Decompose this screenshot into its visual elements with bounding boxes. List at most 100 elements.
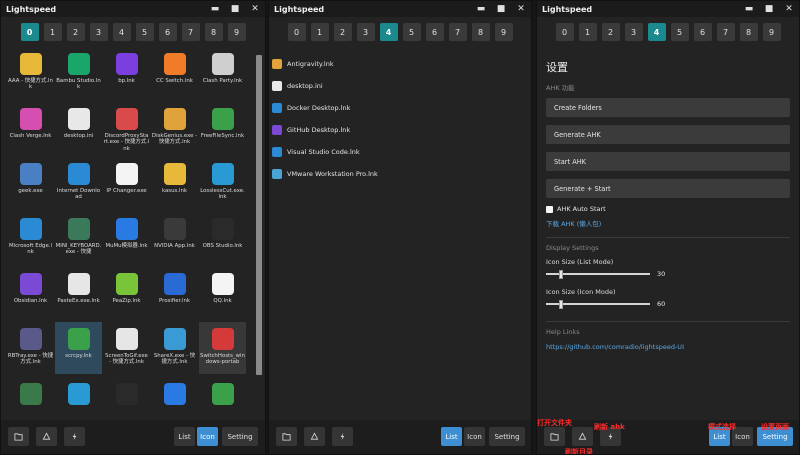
tab-2[interactable]: 2 bbox=[601, 23, 620, 41]
grid-item[interactable] bbox=[7, 377, 54, 420]
tab-4[interactable]: 4 bbox=[647, 23, 666, 41]
grid-item[interactable]: PasteEx.exe.lnk bbox=[55, 267, 102, 319]
open-folder-button[interactable] bbox=[276, 427, 297, 446]
create-folders-button[interactable]: Create Folders bbox=[546, 98, 790, 117]
slider-thumb[interactable] bbox=[558, 270, 563, 279]
tab-4[interactable]: 4 bbox=[379, 23, 398, 41]
maximize-button[interactable]: ■ bbox=[225, 1, 245, 17]
list-item[interactable]: desktop.ini bbox=[272, 75, 528, 97]
tab-0[interactable]: 0 bbox=[287, 23, 306, 41]
list-item[interactable]: GitHub Desktop.lnk bbox=[272, 119, 528, 141]
grid-item[interactable]: Clash Verge.lnk bbox=[7, 102, 54, 154]
tab-7[interactable]: 7 bbox=[716, 23, 735, 41]
grid-item[interactable]: IP Changer.exe bbox=[103, 157, 150, 209]
grid-item[interactable]: NVIDIA App.lnk bbox=[151, 212, 198, 264]
grid-item[interactable]: QQ.lnk bbox=[199, 267, 246, 319]
start-ahk-button[interactable]: Start AHK bbox=[546, 152, 790, 171]
tab-7[interactable]: 7 bbox=[181, 23, 200, 41]
tab-5[interactable]: 5 bbox=[402, 23, 421, 41]
tab-8[interactable]: 8 bbox=[204, 23, 223, 41]
refresh-dir-button[interactable] bbox=[572, 427, 593, 446]
list-item[interactable]: VMware Workstation Pro.lnk bbox=[272, 163, 528, 185]
scrollbar[interactable] bbox=[255, 47, 263, 420]
tab-7[interactable]: 7 bbox=[448, 23, 467, 41]
refresh-dir-button[interactable] bbox=[36, 427, 57, 446]
grid-item[interactable]: Clash Party.lnk bbox=[199, 47, 246, 99]
grid-item[interactable] bbox=[103, 377, 150, 420]
tab-8[interactable]: 8 bbox=[739, 23, 758, 41]
generate-ahk-button[interactable]: Generate AHK bbox=[546, 125, 790, 144]
maximize-button[interactable]: ■ bbox=[491, 1, 511, 17]
title-bar[interactable]: Lightspeed ▬ ■ ✕ bbox=[537, 1, 799, 17]
minimize-button[interactable]: ▬ bbox=[739, 1, 759, 17]
grid-item[interactable] bbox=[199, 377, 246, 420]
close-button[interactable]: ✕ bbox=[245, 1, 265, 17]
slider-thumb[interactable] bbox=[558, 300, 563, 309]
tab-1[interactable]: 1 bbox=[310, 23, 329, 41]
list-item[interactable]: Antigravity.lnk bbox=[272, 53, 528, 75]
close-button[interactable]: ✕ bbox=[779, 1, 799, 17]
grid-item[interactable]: ScreenToGif.exe - 快捷方式.lnk bbox=[103, 322, 150, 374]
icon-size-slider[interactable]: 60 bbox=[546, 296, 790, 312]
refresh-ahk-button[interactable] bbox=[332, 427, 353, 446]
grid-item[interactable]: geek.exe bbox=[7, 157, 54, 209]
tab-2[interactable]: 2 bbox=[66, 23, 85, 41]
tab-8[interactable]: 8 bbox=[471, 23, 490, 41]
grid-item[interactable]: ShareX.exe - 快捷方式.lnk bbox=[151, 322, 198, 374]
grid-item[interactable]: FreeFileSync.lnk bbox=[199, 102, 246, 154]
list-mode-button[interactable]: List bbox=[174, 427, 195, 446]
grid-item[interactable]: desktop.ini bbox=[55, 102, 102, 154]
scrollbar-thumb[interactable] bbox=[256, 55, 262, 375]
list-size-slider[interactable]: 30 bbox=[546, 266, 790, 282]
help-link[interactable]: https://github.com/comradio/lightspeed-U… bbox=[546, 343, 790, 351]
grid-item[interactable]: PeaZip.lnk bbox=[103, 267, 150, 319]
tab-1[interactable]: 1 bbox=[43, 23, 62, 41]
setting-button[interactable]: Setting bbox=[489, 427, 525, 446]
grid-item[interactable]: bp.lnk bbox=[103, 47, 150, 99]
grid-item[interactable]: RBTray.exe - 快捷方式.lnk bbox=[7, 322, 54, 374]
grid-item[interactable]: DiskGenius.exe - 快捷方式.lnk bbox=[151, 102, 198, 154]
tab-5[interactable]: 5 bbox=[670, 23, 689, 41]
title-bar[interactable]: Lightspeed ▬ ■ ✕ bbox=[269, 1, 531, 17]
grid-item[interactable]: Internet Download bbox=[55, 157, 102, 209]
tab-3[interactable]: 3 bbox=[89, 23, 108, 41]
tab-4[interactable]: 4 bbox=[112, 23, 131, 41]
open-folder-button[interactable] bbox=[8, 427, 29, 446]
grid-item[interactable]: MINI_KEYBOARD.exe - 快捷 bbox=[55, 212, 102, 264]
slider-track[interactable] bbox=[546, 300, 650, 309]
title-bar[interactable]: Lightspeed ▬ ■ ✕ bbox=[1, 1, 265, 17]
grid-item[interactable]: Obsidian.lnk bbox=[7, 267, 54, 319]
grid-item[interactable]: SwitchHosts_windows-portab bbox=[199, 322, 246, 374]
grid-item[interactable]: OBS Studio.lnk bbox=[199, 212, 246, 264]
grid-item[interactable]: DiscordProxyStart.exe - 快捷方式.lnk bbox=[103, 102, 150, 154]
tab-9[interactable]: 9 bbox=[762, 23, 781, 41]
tab-9[interactable]: 9 bbox=[494, 23, 513, 41]
tab-6[interactable]: 6 bbox=[158, 23, 177, 41]
icon-mode-button[interactable]: Icon bbox=[197, 427, 218, 446]
tab-2[interactable]: 2 bbox=[333, 23, 352, 41]
maximize-button[interactable]: ■ bbox=[759, 1, 779, 17]
setting-button[interactable]: Setting bbox=[222, 427, 258, 446]
tab-0[interactable]: 0 bbox=[555, 23, 574, 41]
ahk-auto-start-checkbox[interactable]: AHK Auto Start bbox=[546, 205, 790, 213]
grid-item[interactable]: Microsoft Edge.lnk bbox=[7, 212, 54, 264]
grid-item[interactable]: AAA - 快捷方式.lnk bbox=[7, 47, 54, 99]
tab-1[interactable]: 1 bbox=[578, 23, 597, 41]
list-mode-button[interactable]: List bbox=[441, 427, 462, 446]
grid-item[interactable] bbox=[55, 377, 102, 420]
grid-item[interactable]: CC Switch.lnk bbox=[151, 47, 198, 99]
icon-mode-button[interactable]: Icon bbox=[464, 427, 485, 446]
tab-3[interactable]: 3 bbox=[624, 23, 643, 41]
download-ahk-link[interactable]: 下载 AHK (懒人包) bbox=[546, 218, 790, 228]
grid-item[interactable]: Prosifier.lnk bbox=[151, 267, 198, 319]
minimize-button[interactable]: ▬ bbox=[471, 1, 491, 17]
tab-5[interactable]: 5 bbox=[135, 23, 154, 41]
close-button[interactable]: ✕ bbox=[511, 1, 531, 17]
minimize-button[interactable]: ▬ bbox=[205, 1, 225, 17]
list-item[interactable]: Visual Studio Code.lnk bbox=[272, 141, 528, 163]
tab-9[interactable]: 9 bbox=[227, 23, 246, 41]
checkbox-box[interactable] bbox=[546, 205, 553, 213]
grid-item[interactable]: LosslessCut.exe.lnk bbox=[199, 157, 246, 209]
grid-item[interactable]: kasus.lnk bbox=[151, 157, 198, 209]
grid-item[interactable]: scrcpy.lnk bbox=[55, 322, 102, 374]
